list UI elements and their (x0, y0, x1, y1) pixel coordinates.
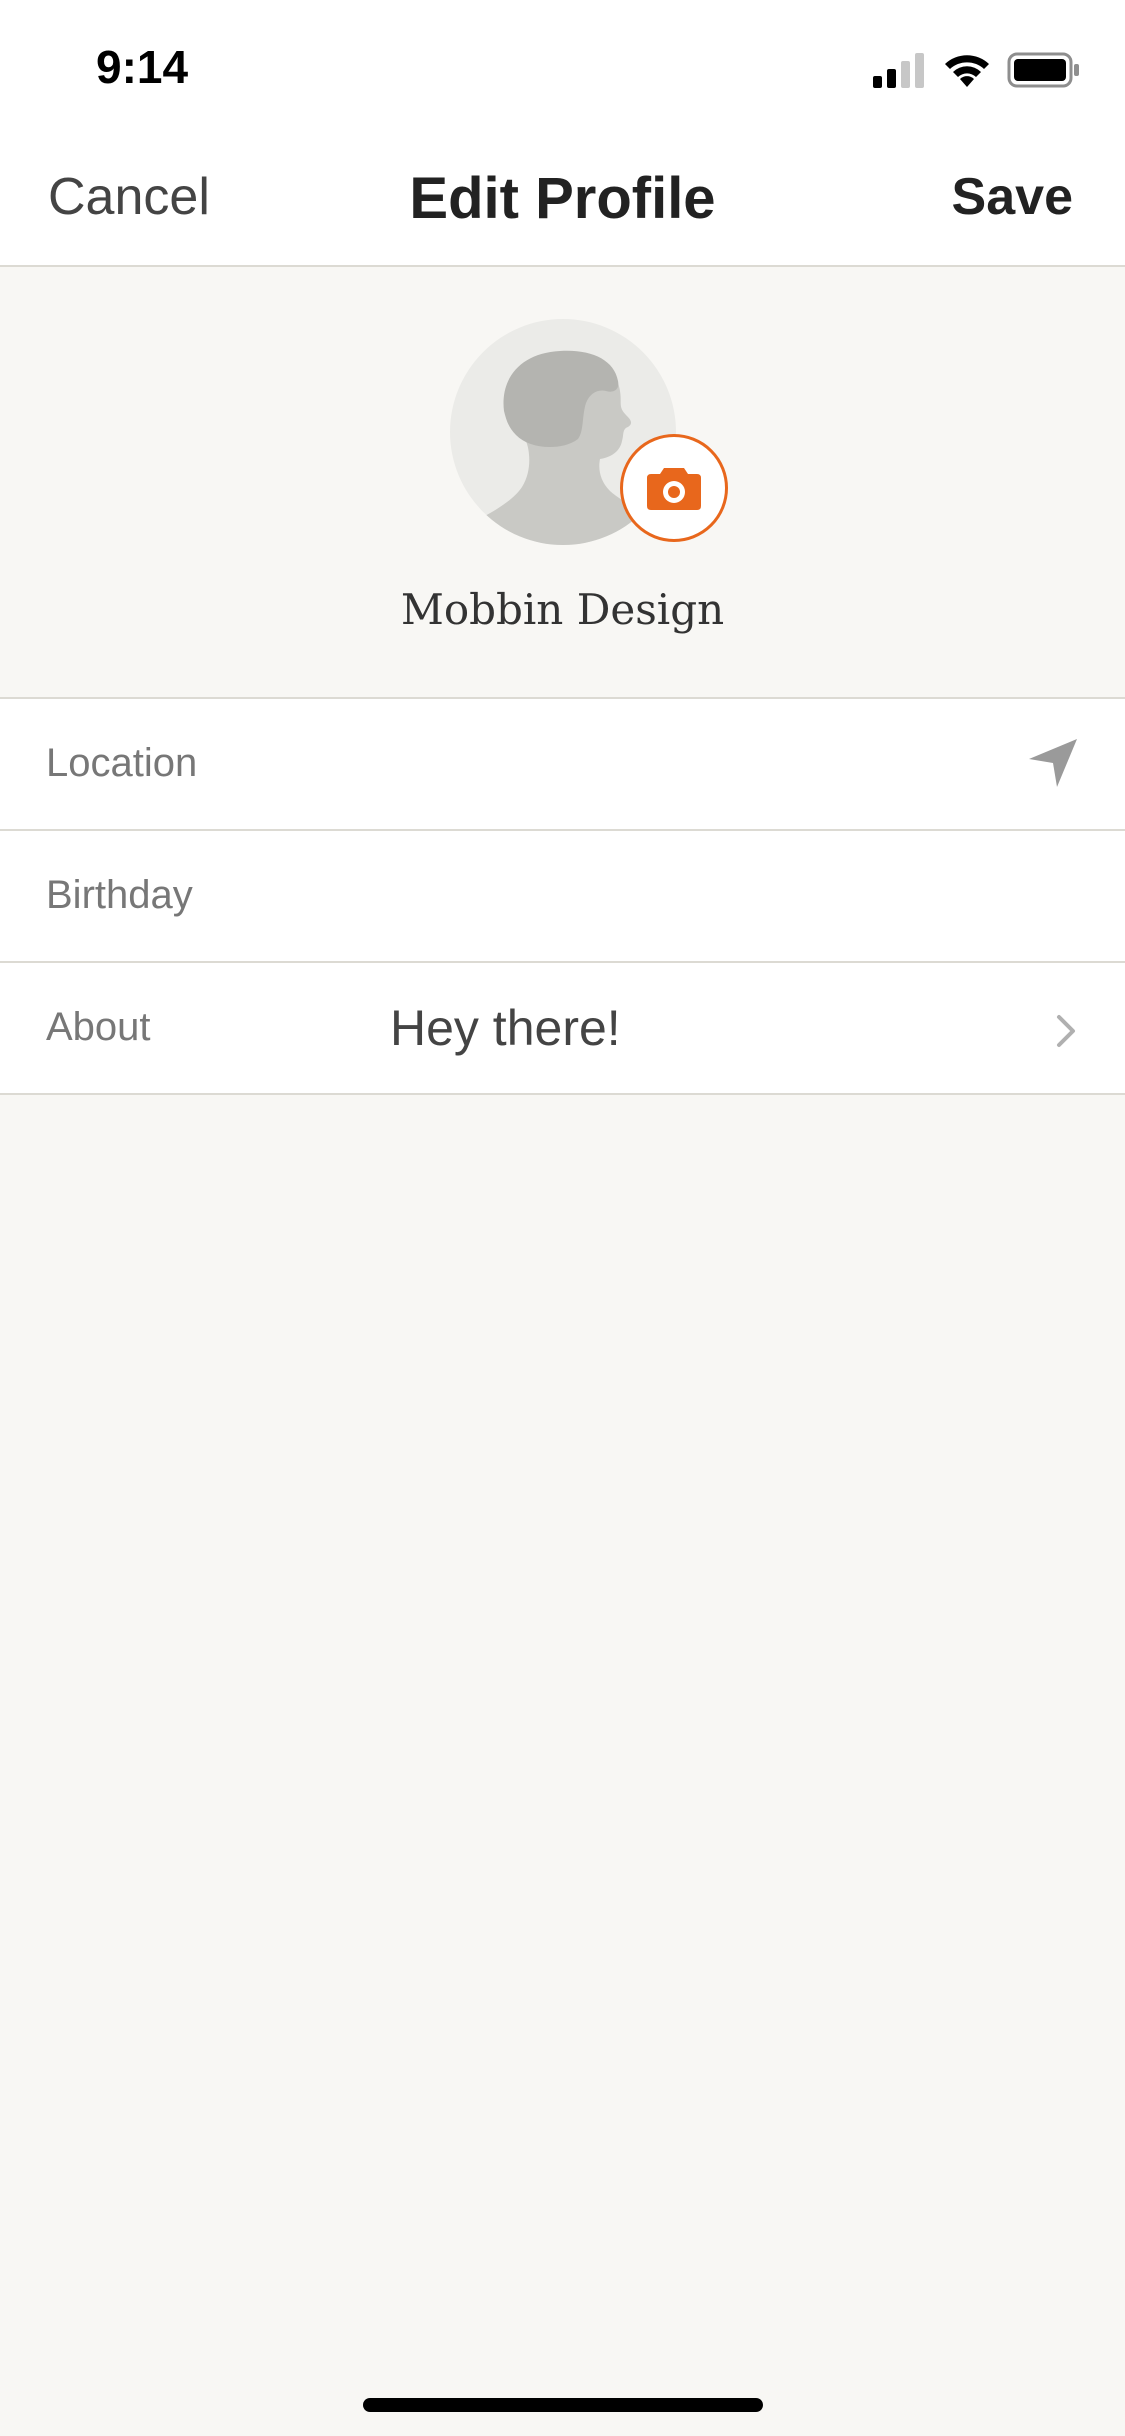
location-row[interactable]: Location (0, 699, 1125, 831)
profile-name: Mobbin Design (400, 585, 725, 634)
chevron-right-icon (1057, 1015, 1075, 1047)
status-icons (871, 50, 1081, 90)
about-label: About (46, 1005, 151, 1049)
birthday-row[interactable]: Birthday (0, 831, 1125, 963)
profile-form: Location Birthday About Hey there! (0, 699, 1125, 1095)
about-value[interactable]: Hey there! (390, 999, 621, 1057)
cellular-signal-icon (873, 53, 924, 88)
home-indicator (363, 2398, 763, 2412)
save-button[interactable]: Save (952, 167, 1073, 227)
status-bar: 9:14 (0, 0, 1125, 135)
nav-bar: Cancel Edit Profile Save (0, 135, 1125, 267)
change-photo-button[interactable] (620, 434, 728, 542)
camera-icon (647, 468, 701, 510)
wifi-icon (945, 55, 989, 87)
birthday-label: Birthday (46, 873, 193, 917)
location-arrow-icon[interactable] (1025, 735, 1081, 791)
about-row[interactable]: About Hey there! (0, 963, 1125, 1095)
battery-icon (1007, 52, 1079, 88)
profile-header: Mobbin Design (0, 267, 1125, 699)
location-label: Location (46, 741, 198, 785)
status-time: 9:14 (96, 41, 189, 93)
